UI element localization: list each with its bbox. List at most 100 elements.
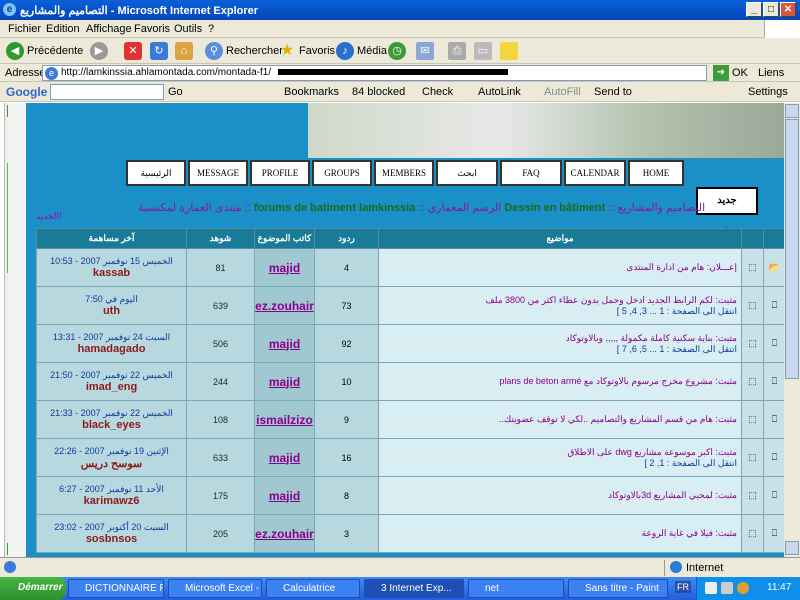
topic-pages[interactable]: انتقل الى الصفحة : 1 ... 3, 4, 5 ]	[383, 306, 737, 317]
nav-message[interactable]: MESSAGE	[188, 160, 248, 186]
author-link[interactable]: majid	[269, 337, 300, 351]
topic-link[interactable]: مثبت: مشروع مخرج مرسوم بالاوتوكاد مع pla…	[499, 376, 737, 386]
task-internet-explorer[interactable]: 3 Internet Exp...	[364, 579, 464, 598]
right-scrollbar[interactable]	[784, 103, 800, 557]
task-dictionnaire[interactable]: DICTIONNAIRE F...	[68, 579, 164, 598]
nav-faq[interactable]: FAQ	[500, 160, 562, 186]
spell-check-button[interactable]: Check	[422, 86, 453, 98]
nav-home-ar[interactable]: الرئيسية	[126, 160, 186, 186]
links-button[interactable]: Liens	[758, 67, 784, 79]
media-icon: ♪	[336, 42, 354, 60]
tray-icon-b[interactable]	[721, 582, 733, 594]
menu-favoris[interactable]: Favoris	[134, 23, 170, 35]
forward-button[interactable]: ▶	[90, 41, 108, 61]
author-link[interactable]: ez.zouhair	[255, 299, 314, 313]
views-cell: 175	[186, 476, 255, 515]
history-button[interactable]: ◷	[388, 41, 406, 61]
topic-pages[interactable]: انتقل الى الصفحة : 1, 2 ]	[383, 458, 737, 469]
page-icon: e	[45, 67, 58, 80]
topic-type-icon: ⬚	[741, 362, 764, 401]
topic-pages[interactable]: انتقل الى الصفحة : 1 ... 5, 6, 7 ]	[383, 344, 737, 355]
bookmarks-button[interactable]: Bookmarks	[284, 86, 339, 98]
start-button[interactable]: Démarrer	[0, 577, 66, 600]
last-post-user[interactable]: uth	[37, 305, 186, 317]
refresh-button[interactable]: ↻	[150, 41, 168, 61]
google-search-input[interactable]	[50, 84, 164, 100]
go-button[interactable]: OK	[732, 67, 748, 79]
settings-button[interactable]: Settings	[748, 86, 788, 98]
author-link[interactable]: majid	[269, 375, 300, 389]
nav-members[interactable]: MEMBERS	[374, 160, 434, 186]
table-row: اليوم في 7:50 uth 639 ez.zouhair 73 مثبت: لكم…	[36, 286, 784, 325]
minimize-button[interactable]: _	[746, 2, 762, 17]
topic-link[interactable]: مثبت: هام من قسم المشاريع والتصاميم ..لك…	[499, 414, 737, 424]
task-net[interactable]: net	[468, 579, 564, 598]
nav-groups[interactable]: GROUPS	[312, 160, 372, 186]
author-link[interactable]: ismailzizo	[256, 413, 313, 427]
author-link[interactable]: majid	[269, 489, 300, 503]
print-button[interactable]: ⎙	[448, 41, 466, 61]
scroll-up-arrow-icon[interactable]	[785, 104, 799, 118]
close-button[interactable]: ✕	[780, 2, 796, 17]
favorites-button[interactable]: ★ Favoris	[278, 41, 335, 61]
send-to-button[interactable]: Send to	[594, 86, 632, 98]
google-go-button[interactable]: Go	[168, 86, 183, 98]
maximize-button[interactable]: □	[763, 2, 779, 17]
autofill-button[interactable]: AutoFill	[544, 86, 581, 98]
author-link[interactable]: majid	[269, 451, 300, 465]
last-post-user[interactable]: سوسح دريس	[37, 457, 186, 470]
breadcrumb: منتدى العمارة لمكنسية :: forums de batim…	[138, 202, 706, 214]
task-excel[interactable]: Microsoft Excel - ...	[168, 579, 262, 598]
stop-button[interactable]: ✕	[124, 41, 142, 61]
views-cell: 205	[186, 514, 255, 553]
tray-icon-c[interactable]	[737, 582, 749, 594]
language-indicator[interactable]: FR	[675, 581, 691, 593]
topic-link[interactable]: إعـــلان: هام من ادارة المنتدى	[626, 262, 737, 272]
scroll-down-arrow-icon[interactable]	[785, 541, 799, 555]
home-button[interactable]: ⌂	[175, 41, 193, 61]
topic-link[interactable]: مثبت: فيلا في غاية الروعة	[642, 528, 737, 538]
search-button[interactable]: ⚲ Rechercher	[205, 41, 283, 61]
google-toolbar: Google Go Bookmarks 84 blocked Check Aut…	[0, 82, 800, 102]
folder-icon: ⎕	[763, 476, 784, 515]
back-button[interactable]: ◀ Précédente	[6, 41, 83, 61]
go-arrow-icon[interactable]: ➜	[713, 65, 729, 81]
last-post-user[interactable]: hamadagado	[37, 343, 186, 355]
last-post-user[interactable]: kassab	[37, 267, 186, 279]
author-cell: majid	[254, 476, 315, 515]
mail-button[interactable]: ✉	[416, 41, 434, 61]
last-post-user[interactable]: karimawz6	[37, 495, 186, 507]
edit-button[interactable]: ▭	[474, 41, 492, 61]
nav-profile[interactable]: PROFILE	[250, 160, 310, 186]
menu-affichage[interactable]: Affichage	[86, 23, 132, 35]
topic-link[interactable]: مثبت: اكبر موسوعة مشاريع dwg على الاطلاق	[567, 447, 737, 457]
topic-link[interactable]: مثبت: لكم الرابط الجديد ادخل وحمل بدون ع…	[485, 295, 737, 305]
menu-help[interactable]: ?	[208, 23, 214, 35]
messenger-button[interactable]	[500, 41, 518, 61]
last-post-cell: الخميس 15 نوفمبر 2007 - 10:53 kassab	[36, 248, 187, 287]
menu-outils[interactable]: Outils	[174, 23, 202, 35]
nav-calendar[interactable]: CALENDAR	[564, 160, 626, 186]
topic-type-icon: ⬚	[741, 476, 764, 515]
nav-search-ar[interactable]: ابحث	[436, 160, 498, 186]
media-button[interactable]: ♪ Média	[336, 41, 387, 61]
author-link[interactable]: majid	[269, 261, 300, 275]
new-posts-link[interactable]: الجديد!	[36, 211, 62, 222]
author-link[interactable]: ez.zouhair	[255, 527, 314, 541]
menu-fichier[interactable]: Fichier	[8, 23, 41, 35]
last-post-user[interactable]: black_eyes	[37, 419, 186, 431]
autolink-button[interactable]: AutoLink	[478, 86, 521, 98]
tray-icon-a[interactable]	[705, 582, 717, 594]
topic-link[interactable]: مثبت: بناية سكنية كاملة مكمولة ,,,,, وبا…	[566, 333, 737, 343]
topic-link[interactable]: مثبت: لمحبي المشاريع 3dبالاوتوكاد	[608, 490, 737, 500]
last-post-user[interactable]: imad_eng	[37, 381, 186, 393]
scrollbar-thumb[interactable]	[785, 119, 799, 379]
popup-blocked-button[interactable]: 84 blocked	[352, 86, 405, 98]
menu-edition[interactable]: Edition	[46, 23, 80, 35]
task-calculatrice[interactable]: Calculatrice	[266, 579, 360, 598]
nav-home[interactable]: HOME	[628, 160, 684, 186]
task-paint[interactable]: Sans titre - Paint	[568, 579, 668, 598]
last-post-user[interactable]: sosbnsos	[37, 533, 186, 545]
topic-type-icon: ⬚	[741, 324, 764, 363]
address-input[interactable]: e http://lamkinssia.ahlamontada.com/mont…	[42, 65, 707, 81]
